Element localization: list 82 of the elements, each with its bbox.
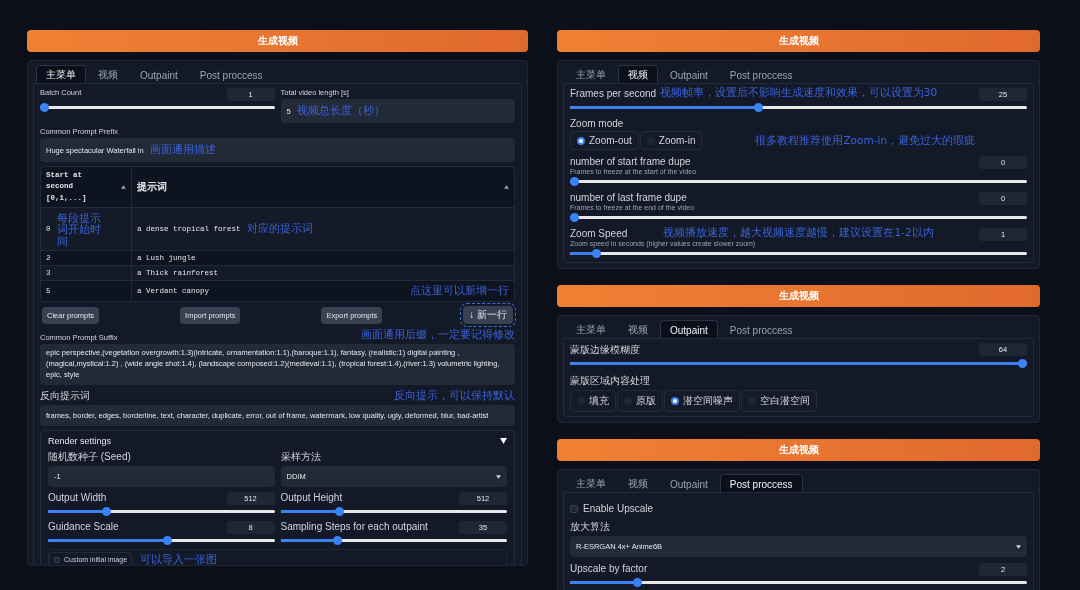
tab[interactable]: Post proccess	[719, 320, 803, 338]
annotation: 视频播放速度，越大视频速度越慢，建议设置在1-2以内	[663, 226, 934, 240]
slider[interactable]	[570, 359, 1027, 368]
field-label: 反向提示词	[40, 389, 90, 403]
radio-option[interactable]: Zoom-out	[570, 131, 639, 150]
checkbox[interactable]	[54, 556, 60, 563]
tab[interactable]: Outpaint	[130, 65, 188, 83]
collapse-icon[interactable]	[500, 438, 507, 444]
tab[interactable]: Post proccess	[719, 474, 803, 492]
checkbox-label: Enable Upscale	[583, 503, 654, 514]
annotation: 很多教程推荐使用Zoom-in，避免过大的瑕疵	[755, 133, 976, 148]
slider-label: 蒙版边缘模糊度	[570, 343, 640, 357]
radio-option[interactable]: 填充	[570, 390, 616, 412]
slider-label: Guidance Scale	[48, 521, 119, 532]
slider-label: Upscale by factor	[570, 563, 648, 574]
annotation: 可以导入一张图	[140, 552, 218, 565]
tab[interactable]: Outpaint	[660, 65, 718, 83]
radio-option[interactable]: 空白潜空间	[741, 390, 817, 412]
sort-icon[interactable]	[504, 184, 509, 189]
column-header[interactable]: 提示词	[137, 179, 167, 194]
slider-thumb[interactable]	[753, 103, 763, 112]
radio-option[interactable]: 潜空间噪声	[664, 390, 740, 412]
radio-group-label: Zoom mode	[570, 118, 624, 129]
add-row-button[interactable]: ↓ 新一行	[463, 306, 513, 325]
slider-label: Frames per second	[570, 88, 657, 99]
annotation: 反向提示，可以保持默认	[394, 389, 515, 403]
slider-label: Sampling Steps for each outpaint	[280, 521, 428, 532]
annotation: 画面通用后缀，一定要记得修改	[361, 328, 515, 343]
tab[interactable]: 主菜单	[566, 474, 616, 492]
slider-label: Output Height	[280, 492, 343, 503]
slider-thumb[interactable]	[632, 578, 642, 587]
slider-thumb[interactable]	[332, 536, 342, 545]
radio-option[interactable]: Zoom-in	[639, 131, 703, 150]
slider-label: number of last frame dupe	[570, 192, 687, 203]
slider[interactable]	[570, 103, 1027, 112]
slider-thumb[interactable]	[1018, 359, 1027, 368]
caret-icon	[496, 474, 501, 479]
radio-group-label: 蒙版区域内容处理	[570, 374, 650, 388]
slider[interactable]	[280, 507, 507, 516]
slider-thumb[interactable]	[334, 507, 344, 516]
slider[interactable]	[40, 103, 275, 112]
annotation: 对应的提示词	[246, 222, 313, 237]
slider[interactable]	[570, 213, 1027, 222]
caret-icon	[1016, 544, 1021, 549]
slider[interactable]	[570, 578, 1027, 587]
tab[interactable]: 视频	[88, 65, 128, 83]
sort-icon[interactable]	[121, 184, 126, 189]
slider-thumb[interactable]	[102, 507, 112, 516]
slider[interactable]	[48, 507, 275, 516]
slider[interactable]	[280, 536, 507, 545]
tab[interactable]: 视频	[618, 320, 658, 338]
tab[interactable]: Outpaint	[660, 474, 718, 492]
slider-thumb[interactable]	[570, 177, 579, 186]
dropdown-label: 放大算法	[570, 520, 610, 534]
slider-thumb[interactable]	[592, 249, 602, 258]
annotation: 视频帧率，设置后不影响生成速度和效果，可以设置为30	[659, 86, 938, 100]
slider[interactable]	[570, 177, 1027, 186]
section-title[interactable]: Render settings	[48, 436, 112, 446]
slider-thumb[interactable]	[163, 536, 173, 545]
slider-label: number of start frame dupe	[570, 156, 691, 167]
tab[interactable]: Outpaint	[660, 320, 718, 338]
tab[interactable]: 主菜单	[566, 320, 616, 338]
annotation: 视频总长度（秒）	[296, 104, 385, 118]
tab[interactable]: 主菜单	[36, 65, 86, 83]
annotation: 每段提示词开始时间	[56, 212, 102, 248]
tab[interactable]: Post proccess	[189, 65, 273, 83]
field-label: 随机数种子 (Seed)	[48, 450, 131, 464]
slider[interactable]	[570, 249, 1027, 258]
dropdown-label: 采样方法	[280, 450, 321, 464]
tab[interactable]: Post proccess	[719, 65, 803, 83]
checkbox[interactable]	[570, 504, 578, 513]
radio-option[interactable]: 原版	[617, 390, 663, 412]
tab[interactable]: 视频	[618, 474, 658, 492]
slider-label: Zoom Speed	[570, 228, 628, 239]
tab[interactable]: 主菜单	[566, 65, 616, 83]
slider-thumb[interactable]	[570, 213, 579, 222]
tab[interactable]: 视频	[618, 65, 658, 83]
annotation: 画面通用描述	[149, 143, 216, 157]
annotation: 点这里可以新增一行	[410, 284, 509, 299]
slider-thumb[interactable]	[40, 103, 49, 112]
slider[interactable]	[48, 536, 275, 545]
slider-label: Output Width	[48, 492, 107, 503]
